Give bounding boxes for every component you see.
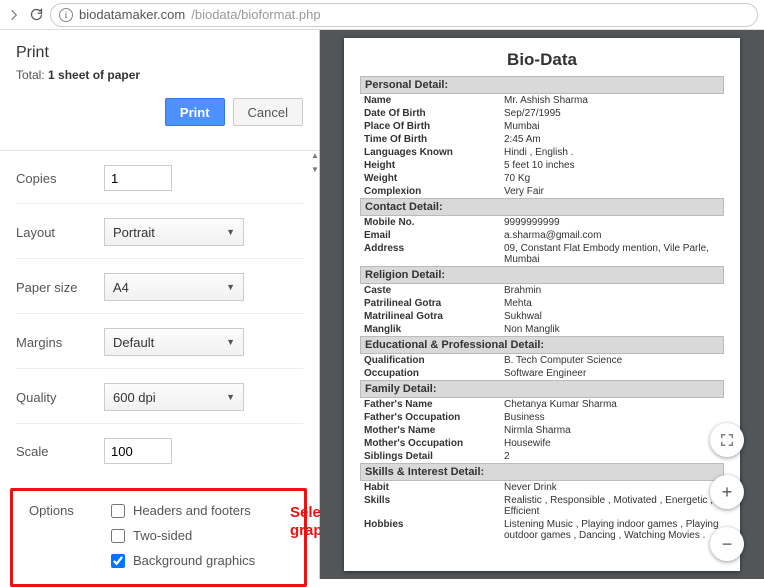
print-button[interactable]: Print xyxy=(165,98,225,126)
section-header: Contact Detail: xyxy=(360,198,724,216)
section-header: Religion Detail: xyxy=(360,266,724,284)
doc-row: HobbiesListening Music , Playing indoor … xyxy=(360,518,724,542)
quality-select[interactable]: 600 dpi▼ xyxy=(104,383,244,411)
section-header: Personal Detail: xyxy=(360,76,724,94)
site-info-icon[interactable]: i xyxy=(59,8,73,22)
margins-label: Margins xyxy=(16,335,104,350)
dialog-title: Print xyxy=(16,44,303,62)
section-header: Skills & Interest Detail: xyxy=(360,463,724,481)
doc-row: ManglikNon Manglik xyxy=(360,323,724,336)
zoom-out-button[interactable]: − xyxy=(710,527,744,561)
browser-toolbar: i biodatamaker.com/biodata/bioformat.php xyxy=(0,0,764,30)
doc-row: Place Of BirthMumbai xyxy=(360,120,724,133)
quality-label: Quality xyxy=(16,390,104,405)
cancel-button[interactable]: Cancel xyxy=(233,98,303,126)
fit-to-page-button[interactable] xyxy=(710,423,744,457)
doc-row: Date Of BirthSep/27/1995 xyxy=(360,107,724,120)
doc-row: HabitNever Drink xyxy=(360,481,724,494)
url-host: biodatamaker.com xyxy=(79,7,185,22)
doc-row: QualificationB. Tech Computer Science xyxy=(360,354,724,367)
doc-row: Father's NameChetanya Kumar Sharma xyxy=(360,398,724,411)
doc-row: Patrilineal GotraMehta xyxy=(360,297,724,310)
margins-select[interactable]: Default▼ xyxy=(104,328,244,356)
doc-row: Father's OccupationBusiness xyxy=(360,411,724,424)
print-dialog: Print Total: 1 sheet of paper Print Canc… xyxy=(0,30,320,579)
two-sided-checkbox[interactable]: Two-sided xyxy=(111,528,255,543)
options-label: Options xyxy=(29,503,111,568)
doc-row: Mother's OccupationHousewife xyxy=(360,437,724,450)
doc-row: Mobile No.9999999999 xyxy=(360,216,724,229)
doc-row: Siblings Detail2 xyxy=(360,450,724,463)
doc-row: Matrilineal GotraSukhwal xyxy=(360,310,724,323)
print-preview: Bio-Data Personal Detail:NameMr. Ashish … xyxy=(320,30,764,579)
doc-row: Height5 feet 10 inches xyxy=(360,159,724,172)
scroll-down-icon[interactable]: ▼ xyxy=(311,165,319,174)
address-bar[interactable]: i biodatamaker.com/biodata/bioformat.php xyxy=(50,3,758,27)
doc-row: SkillsRealistic , Responsible , Motivate… xyxy=(360,494,724,518)
doc-row: Emaila.sharma@gmail.com xyxy=(360,229,724,242)
options-group: Options Headers and footers Two-sided Ba… xyxy=(10,488,307,587)
total-sheets: Total: 1 sheet of paper xyxy=(16,68,303,82)
headers-footers-checkbox[interactable]: Headers and footers xyxy=(111,503,255,518)
copies-label: Copies xyxy=(16,171,104,186)
doc-row: Mother's NameNirmla Sharma xyxy=(360,424,724,437)
zoom-in-button[interactable]: + xyxy=(710,475,744,509)
chevron-down-icon: ▼ xyxy=(226,282,235,292)
doc-row: Time Of Birth2:45 Am xyxy=(360,133,724,146)
forward-icon[interactable] xyxy=(6,7,22,23)
chevron-down-icon: ▼ xyxy=(226,227,235,237)
doc-row: NameMr. Ashish Sharma xyxy=(360,94,724,107)
doc-row: Languages KnownHindi , English . xyxy=(360,146,724,159)
section-header: Family Detail: xyxy=(360,380,724,398)
reload-icon[interactable] xyxy=(28,7,44,23)
doc-row: OccupationSoftware Engineer xyxy=(360,367,724,380)
paper-size-label: Paper size xyxy=(16,280,104,295)
background-graphics-checkbox[interactable]: Background graphics xyxy=(111,553,255,568)
paper-size-select[interactable]: A4▼ xyxy=(104,273,244,301)
preview-page: Bio-Data Personal Detail:NameMr. Ashish … xyxy=(344,38,740,571)
section-header: Educational & Professional Detail: xyxy=(360,336,724,354)
doc-title: Bio-Data xyxy=(360,46,724,76)
doc-row: Weight70 Kg xyxy=(360,172,724,185)
doc-row: Address09, Constant Flat Embody mention,… xyxy=(360,242,724,266)
scale-input[interactable] xyxy=(104,438,172,464)
layout-label: Layout xyxy=(16,225,104,240)
url-path: /biodata/bioformat.php xyxy=(191,7,320,22)
copies-input[interactable] xyxy=(104,165,172,191)
scroll-up-icon[interactable]: ▲ xyxy=(311,151,319,160)
chevron-down-icon: ▼ xyxy=(226,337,235,347)
doc-row: ComplexionVery Fair xyxy=(360,185,724,198)
scale-label: Scale xyxy=(16,444,104,459)
doc-row: CasteBrahmin xyxy=(360,284,724,297)
layout-select[interactable]: Portrait▼ xyxy=(104,218,244,246)
chevron-down-icon: ▼ xyxy=(226,392,235,402)
